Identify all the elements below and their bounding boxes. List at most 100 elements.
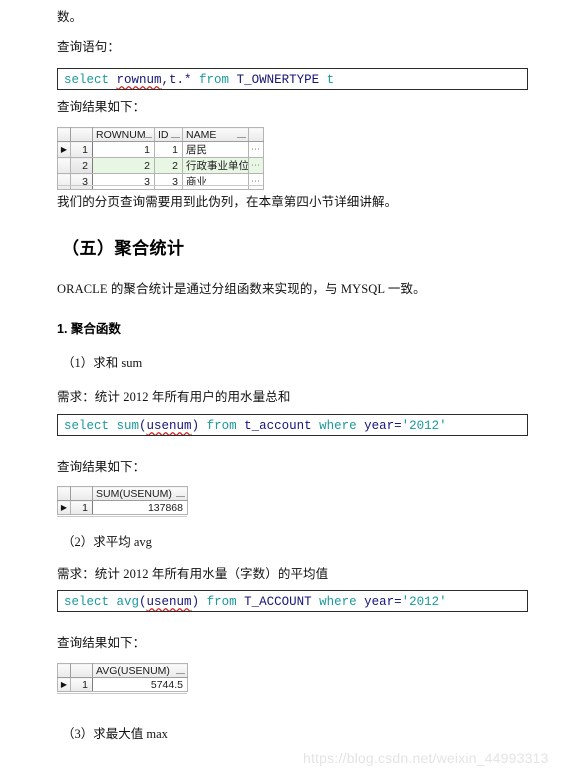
row-overflow-ellipsis: ⋯ (248, 141, 264, 158)
item-3-max: （3）求最大值 max (62, 727, 168, 741)
sql-sum-token-3: usenum (146, 419, 192, 433)
row-number-cell[interactable]: 1 (70, 500, 93, 515)
result-grid-avg[interactable]: AVG(USENUM) ▶ 1 5744.5 (57, 663, 188, 692)
current-row-marker-icon[interactable]: ▶ (57, 677, 71, 692)
sql-rownum-token-3: from (199, 73, 237, 87)
sql-avg-token-3: usenum (146, 595, 192, 609)
sql-sum-token-4: ) (191, 419, 207, 433)
sql-sum-token-10: '2012' (401, 419, 447, 433)
watermark-csdn-blog-url: https://blog.csdn.net/weixin_44993313 (303, 750, 549, 766)
table-row[interactable]: ▶ 1 5744.5 (57, 677, 188, 692)
sql-sum-token-1: sum (116, 419, 140, 433)
sql-avg-token-0: select (64, 595, 117, 609)
column-resize-grip-icon[interactable] (143, 137, 152, 138)
grid-header-row: SUM(USENUM) (57, 486, 188, 501)
sql-avg-token-8: year (364, 595, 395, 609)
cell-rownum[interactable]: 1 (92, 141, 155, 158)
label-result-2: 查询结果如下： (57, 460, 146, 474)
cell-id[interactable]: 1 (154, 141, 183, 158)
table-row[interactable]: ▶ 1 137868 (57, 500, 188, 515)
current-row-marker-icon[interactable]: ▶ (57, 141, 71, 158)
section-heading-aggregate-statistics: （五）聚合统计 (62, 239, 185, 258)
grid-column-header-rownum[interactable]: ROWNUM (92, 127, 155, 142)
cell-avg-usenum[interactable]: 5744.5 (92, 677, 188, 692)
paragraph-intro-fragment: 数。 (57, 10, 83, 24)
column-resize-grip-icon[interactable] (171, 137, 180, 138)
column-resize-grip-icon[interactable] (237, 137, 246, 138)
label-result-3: 查询结果如下： (57, 636, 146, 650)
column-resize-grip-icon[interactable] (176, 673, 185, 674)
code-block-select-sum[interactable]: select sum(usenum) from t_account where … (57, 414, 528, 436)
table-row[interactable]: 2 2 2 行政事业单位 ⋯ (57, 157, 264, 174)
sql-sum-token-8: year (364, 419, 395, 433)
cell-sum-usenum[interactable]: 137868 (92, 500, 188, 515)
sql-avg-token-2: ( (139, 595, 147, 609)
sql-rownum-token-4: T_OWNERTYPE (236, 73, 327, 87)
sql-rownum-token-1: rownum (116, 73, 162, 87)
grid-sum-baseline (57, 516, 187, 517)
table-row[interactable]: ▶ 1 1 1 居民 ⋯ (57, 141, 264, 158)
item-1-sum: （1）求和 sum (62, 356, 143, 370)
grid-column-header-sum-usenum[interactable]: SUM(USENUM) (92, 486, 188, 501)
column-resize-grip-icon[interactable] (176, 496, 185, 497)
current-row-marker-icon[interactable]: ▶ (57, 500, 71, 515)
paragraph-section-intro: ORACLE 的聚合统计是通过分组函数来实现的，与 MYSQL 一致。 (57, 282, 426, 296)
cell-name[interactable]: 居民 (182, 141, 249, 158)
sql-avg-token-4: ) (191, 595, 207, 609)
cell-id[interactable]: 2 (154, 157, 183, 174)
label-query-statement: 查询语句： (57, 40, 121, 54)
requirement-1: 需求：统计 2012 年所有用户的用水量总和 (57, 390, 291, 404)
sql-sum-token-9: = (394, 419, 402, 433)
sql-rownum-token-0: select (64, 73, 117, 87)
grid-ownertype-baseline (57, 185, 263, 186)
grid-column-header-id[interactable]: ID (154, 127, 183, 142)
grid-header-row: AVG(USENUM) (57, 663, 188, 678)
cell-name[interactable]: 行政事业单位 (182, 157, 249, 174)
grid-column-header-avg-usenum[interactable]: AVG(USENUM) (92, 663, 188, 678)
code-block-select-rownum[interactable]: select rownum,t.* from T_OWNERTYPE t (57, 68, 528, 90)
sql-rownum-token-2: ,t.* (161, 73, 200, 87)
item-2-avg: （2）求平均 avg (62, 535, 152, 549)
cell-rownum[interactable]: 3 (92, 173, 155, 190)
code-block-select-avg[interactable]: select avg(usenum) from T_ACCOUNT where … (57, 590, 528, 612)
grid-corner-cell (57, 486, 71, 501)
document-page: 数。 查询语句： select rownum,t.* from T_OWNERT… (0, 0, 582, 783)
row-number-cell[interactable]: 1 (70, 141, 93, 158)
grid-rownumber-header (70, 663, 93, 678)
grid-corner-cell (57, 127, 71, 142)
cell-rownum[interactable]: 2 (92, 157, 155, 174)
requirement-2: 需求：统计 2012 年所有用水量（字数）的平均值 (57, 567, 329, 581)
grid-column-header-name[interactable]: NAME (182, 127, 249, 142)
row-marker-cell[interactable] (57, 157, 71, 174)
sql-sum-token-2: ( (139, 419, 147, 433)
grid-rownumber-header (70, 127, 93, 142)
sql-rownum-token-5: t (326, 73, 335, 87)
sql-avg-token-10: '2012' (401, 595, 447, 609)
result-grid-ownertype[interactable]: ROWNUM ID NAME ▶ 1 1 1 居民 ⋯ 2 2 2 行政事业单位 ⋯ 3 3 3 商业 ⋯ (57, 127, 264, 190)
cell-id[interactable]: 3 (154, 173, 183, 190)
grid-overflow-header (248, 127, 264, 142)
sql-sum-token-0: select (64, 419, 117, 433)
sql-avg-token-6: T_ACCOUNT (244, 595, 320, 609)
row-number-cell[interactable]: 3 (70, 173, 93, 190)
result-grid-sum[interactable]: SUM(USENUM) ▶ 1 137868 (57, 486, 188, 515)
row-marker-cell[interactable] (57, 173, 71, 190)
label-result-1: 查询结果如下： (57, 100, 146, 114)
sql-sum-token-7: where (319, 419, 365, 433)
row-number-cell[interactable]: 1 (70, 677, 93, 692)
grid-header-row: ROWNUM ID NAME (57, 127, 264, 142)
sql-avg-token-7: where (319, 595, 365, 609)
grid-rownumber-header (70, 486, 93, 501)
cell-name[interactable]: 商业 (182, 173, 249, 190)
subheading-aggregate-functions: 1. 聚合函数 (57, 322, 121, 336)
sql-sum-token-6: t_account (244, 419, 320, 433)
sql-sum-token-5: from (206, 419, 245, 433)
sql-avg-token-9: = (394, 595, 402, 609)
row-number-cell[interactable]: 2 (70, 157, 93, 174)
grid-corner-cell (57, 663, 71, 678)
paragraph-note-rownum: 我们的分页查询需要用到此伪列，在本章第四小节详细讲解。 (57, 195, 398, 209)
grid-avg-baseline (57, 693, 187, 694)
row-overflow-ellipsis: ⋯ (248, 157, 264, 174)
table-row[interactable]: 3 3 3 商业 ⋯ (57, 173, 264, 190)
row-overflow-ellipsis: ⋯ (248, 173, 264, 190)
